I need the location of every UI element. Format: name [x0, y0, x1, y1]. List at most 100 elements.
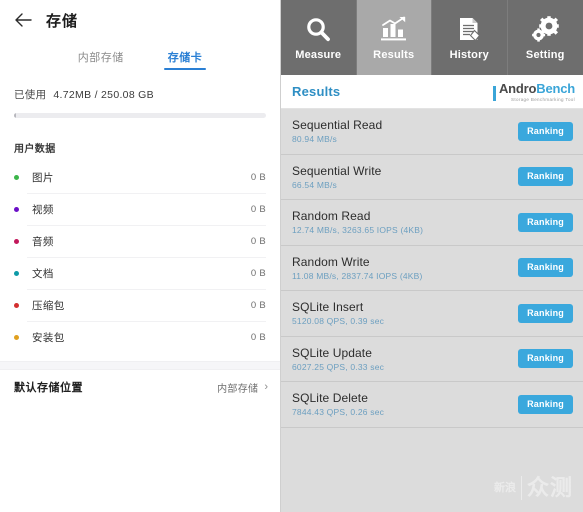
list-item-size: 0 B — [250, 299, 266, 311]
watermark-big-text: 众测 — [526, 475, 573, 500]
list-item[interactable]: 压缩包 0 B — [0, 289, 280, 321]
result-value: 6027.25 QPS, 0.33 sec — [292, 361, 385, 372]
result-value: 5120.08 QPS, 0.39 sec — [292, 316, 385, 327]
gears-icon — [530, 14, 560, 44]
watermark-divider — [520, 476, 522, 500]
result-row-sequential-read: Sequential Read 80.94 MB/s Ranking — [281, 109, 583, 155]
list-item-size: 0 B — [250, 267, 266, 279]
back-arrow-icon[interactable] — [12, 9, 34, 31]
bar-chart-icon — [379, 14, 409, 44]
ranking-button[interactable]: Ranking — [518, 258, 573, 278]
list-item-label: 音频 — [32, 235, 54, 248]
list-item[interactable]: 视频 0 B — [0, 193, 280, 225]
result-row-random-read: Random Read 12.74 MB/s, 3263.65 IOPS (4K… — [281, 200, 583, 246]
category-dot-icon — [14, 206, 19, 212]
tab-measure[interactable]: Measure — [281, 0, 357, 75]
tab-setting[interactable]: Setting — [507, 0, 583, 75]
result-name: SQLite Update — [292, 345, 373, 360]
usage-label: 已使用 — [14, 89, 47, 101]
androbench-logo: AndroBench Storage Benchmarking Tool — [492, 81, 575, 103]
ranking-button[interactable]: Ranking — [518, 394, 573, 414]
logo-name: AndroBench — [499, 81, 575, 96]
result-value: 66.54 MB/s — [292, 179, 337, 190]
tab-sd-card[interactable]: 存储卡 — [163, 49, 206, 70]
result-row-sequential-write: Sequential Write 66.54 MB/s Ranking — [281, 154, 583, 200]
result-value: 11.08 MB/s, 2837.74 IOPS (4KB) — [292, 270, 423, 281]
category-dot-icon — [14, 302, 19, 308]
logo-tagline: Storage Benchmarking Tool — [511, 96, 575, 102]
magnifier-icon — [303, 14, 333, 44]
storage-settings-panel: 存储 内部存储 存储卡 已使用 4.72MB / 250.08 GB 用户数据 图… — [0, 0, 280, 512]
list-item-label: 图片 — [32, 171, 54, 184]
result-name: SQLite Delete — [292, 391, 369, 406]
watermark: 新浪 众测 — [494, 476, 573, 500]
androbench-panel: Measure Results History Setting Results … — [280, 0, 583, 512]
page-title: 存储 — [46, 12, 79, 30]
ranking-button[interactable]: Ranking — [518, 167, 573, 187]
default-storage-value: 内部存储 — [217, 383, 259, 395]
list-item[interactable]: 音频 0 B — [0, 225, 280, 257]
androbench-nav-tabs: Measure Results History Setting — [281, 0, 583, 75]
result-name: Sequential Write — [292, 163, 382, 178]
result-row-random-write: Random Write 11.08 MB/s, 2837.74 IOPS (4… — [281, 245, 583, 291]
ranking-button[interactable]: Ranking — [518, 212, 573, 232]
usage-progress-fill — [14, 113, 16, 118]
list-item-size: 0 B — [250, 203, 266, 215]
list-item[interactable]: 安装包 0 B — [0, 321, 280, 353]
section-divider — [0, 361, 280, 370]
list-item-size: 0 B — [250, 235, 266, 247]
document-icon — [454, 14, 484, 44]
category-dot-icon — [14, 174, 19, 180]
result-name: Sequential Read — [292, 118, 383, 133]
result-name: SQLite Insert — [292, 300, 364, 315]
ranking-button[interactable]: Ranking — [518, 303, 573, 323]
results-heading: Results — [292, 84, 341, 99]
list-item-label: 视频 — [32, 203, 54, 216]
result-row-sqlite-delete: SQLite Delete 7844.43 QPS, 0.26 sec Rank… — [281, 382, 583, 428]
logo-name-andro: Andro — [498, 80, 537, 96]
result-row-sqlite-insert: SQLite Insert 5120.08 QPS, 0.39 sec Rank… — [281, 291, 583, 337]
ranking-button[interactable]: Ranking — [518, 349, 573, 369]
list-item-size: 0 B — [250, 331, 266, 343]
list-item-label: 压缩包 — [32, 299, 65, 312]
tab-history[interactable]: History — [432, 0, 508, 75]
list-item-label: 文档 — [32, 267, 54, 280]
result-value: 12.74 MB/s, 3263.65 IOPS (4KB) — [292, 225, 424, 236]
category-dot-icon — [14, 334, 19, 340]
category-dot-icon — [14, 270, 19, 276]
list-item-label: 安装包 — [32, 331, 65, 344]
list-item[interactable]: 文档 0 B — [0, 257, 280, 289]
logo-mark-icon — [492, 86, 496, 102]
storage-tabs: 内部存储 存储卡 — [0, 40, 280, 70]
tab-results[interactable]: Results — [356, 0, 432, 75]
watermark-small-text: 新浪 — [493, 481, 516, 494]
screen-root: 存储 内部存储 存储卡 已使用 4.72MB / 250.08 GB 用户数据 图… — [0, 0, 583, 512]
default-storage-location-row[interactable]: 默认存储位置 内部存储 › — [0, 370, 280, 404]
tab-internal-storage[interactable]: 内部存储 — [78, 49, 124, 70]
usage-value: 4.72MB / 250.08 GB — [53, 89, 154, 101]
result-row-sqlite-update: SQLite Update 6027.25 QPS, 0.33 sec Rank… — [281, 336, 583, 382]
tab-history-label: History — [449, 49, 489, 61]
chevron-right-icon: › — [264, 380, 268, 393]
result-name: Random Write — [292, 254, 370, 269]
section-title-user-data: 用户数据 — [14, 144, 56, 155]
tab-measure-label: Measure — [295, 49, 342, 61]
category-dot-icon — [14, 238, 19, 244]
default-storage-label: 默认存储位置 — [14, 382, 83, 394]
usage-summary: 已使用 4.72MB / 250.08 GB — [14, 87, 266, 102]
usage-progress-bar — [14, 113, 266, 118]
appbar: 存储 — [0, 0, 280, 40]
results-header: Results AndroBench Storage Benchmarking … — [281, 75, 583, 109]
logo-name-bench: Bench — [536, 80, 575, 96]
list-item-size: 0 B — [250, 171, 266, 183]
result-value: 7844.43 QPS, 0.26 sec — [292, 407, 385, 418]
result-value: 80.94 MB/s — [292, 134, 337, 145]
user-data-list: 图片 0 B 视频 0 B 音频 0 B 文档 0 B 压缩包 0 B 安装包 … — [0, 161, 280, 353]
tab-results-label: Results — [373, 49, 415, 61]
benchmark-results-list: Sequential Read 80.94 MB/s Ranking Seque… — [281, 109, 583, 428]
list-item[interactable]: 图片 0 B — [0, 161, 280, 193]
usage-block: 已使用 4.72MB / 250.08 GB — [0, 70, 280, 118]
tab-setting-label: Setting — [525, 49, 565, 61]
result-name: Random Read — [292, 209, 371, 224]
ranking-button[interactable]: Ranking — [518, 121, 573, 141]
